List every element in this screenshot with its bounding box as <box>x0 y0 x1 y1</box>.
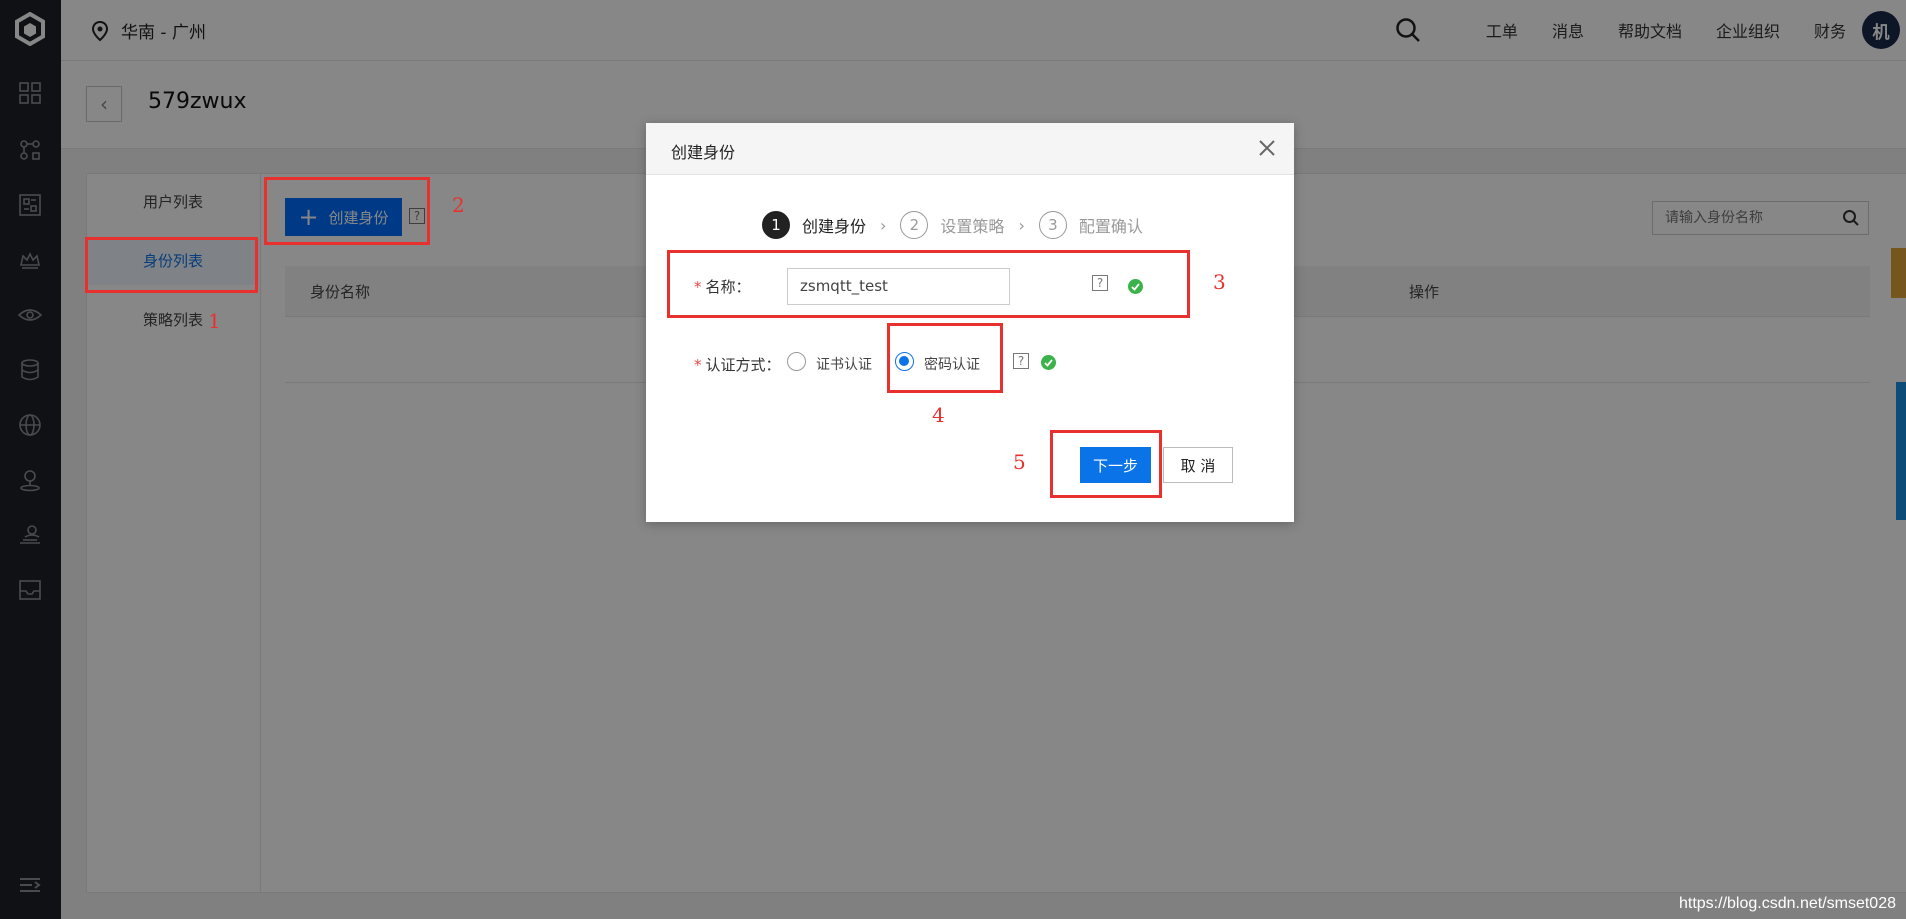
step-3-number: 3 <box>1038 211 1067 239</box>
step-2-number: 2 <box>900 211 929 239</box>
annotation-box-4 <box>887 323 1003 393</box>
step-2-label: 设置策略 <box>940 217 1005 236</box>
chevron-right-icon: › <box>1018 215 1025 235</box>
annotation-number-5: 5 <box>1013 450 1026 474</box>
check-success-icon <box>1041 355 1056 370</box>
cancel-button[interactable]: 取 消 <box>1163 447 1233 483</box>
annotation-box-2 <box>264 177 430 245</box>
watermark: https://blog.csdn.net/smset028 <box>1678 895 1896 912</box>
help-icon[interactable]: ? <box>1013 353 1029 369</box>
dialog-header: 创建身份 <box>646 123 1294 175</box>
auth-certificate-radio[interactable] <box>787 352 806 371</box>
step-1-label: 创建身份 <box>802 217 867 236</box>
chevron-right-icon: › <box>880 215 887 235</box>
step-1-number: 1 <box>762 211 790 239</box>
annotation-box-1 <box>85 237 258 293</box>
auth-certificate-label[interactable]: 证书认证 <box>816 354 872 374</box>
annotation-number-1: 1 <box>208 309 221 333</box>
step-3-label: 配置确认 <box>1078 217 1143 236</box>
step-indicator: 1 创建身份 › 2 设置策略 › 3 配置确认 <box>762 211 1143 239</box>
auth-method-label: * 认证方式： <box>694 354 781 375</box>
annotation-number-2: 2 <box>452 193 465 217</box>
dialog-title: 创建身份 <box>671 143 736 162</box>
annotation-number-4: 4 <box>932 403 945 427</box>
annotation-box-3 <box>667 250 1190 318</box>
close-icon[interactable] <box>1254 135 1280 161</box>
annotation-number-3: 3 <box>1213 270 1226 294</box>
auth-label-text: 认证方式： <box>705 356 781 374</box>
required-mark: * <box>694 356 702 374</box>
annotation-box-5 <box>1050 430 1162 498</box>
